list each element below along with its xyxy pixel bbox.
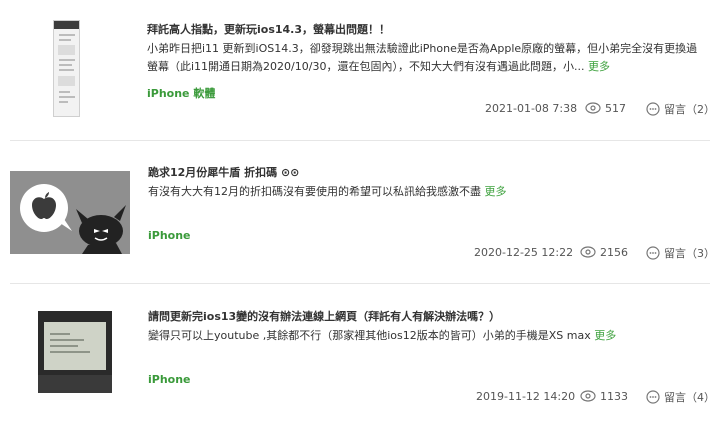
comment-bubble-icon (646, 390, 660, 404)
view-count: 1133 (580, 389, 628, 403)
post-date: 2020-12-25 12:22 (474, 246, 574, 259)
post-thumbnail[interactable] (10, 171, 130, 254)
comment-count[interactable]: 留言（2） (646, 101, 715, 117)
post-category-tag[interactable]: iPhone 軟體 (147, 85, 215, 101)
post-excerpt-text: 小弟昨日把i11 更新到iOS14.3，卻發現跳出無法驗證此iPhone是否為A… (147, 42, 698, 73)
post-item: 跪求12月份犀牛盾 折扣碼 ⊙⊙ 有沒有大大有12月的折扣碼沒有要使用的希望可以… (0, 141, 720, 283)
eye-icon (580, 390, 596, 402)
view-count: 2156 (580, 245, 628, 259)
post-excerpt-text: 變得只可以上youtube ,其餘都不行（那家裡其他ios12版本的皆可）小弟的… (148, 329, 591, 342)
post-title[interactable]: 跪求12月份犀牛盾 折扣碼 ⊙⊙ (148, 164, 299, 180)
comment-count-label: 留言（2） (664, 103, 715, 116)
post-thumbnail[interactable] (38, 311, 112, 393)
post-date: 2021-01-08 7:38 (485, 102, 578, 115)
post-title[interactable]: 拜託高人指點，更新玩ios14.3，螢幕出問題！！ (147, 21, 390, 37)
post-date: 2019-11-12 14:20 (476, 390, 576, 403)
comment-count-label: 留言（3） (664, 247, 715, 260)
post-excerpt: 小弟昨日把i11 更新到iOS14.3，卻發現跳出無法驗證此iPhone是否為A… (147, 40, 707, 76)
post-title[interactable]: 請問更新完ios13變的沒有辦法連線上網頁（拜託有人有解決辦法嗎？） (148, 308, 500, 324)
eye-icon (580, 246, 596, 258)
comment-count-label: 留言（4） (664, 391, 715, 404)
post-item: 請問更新完ios13變的沒有辦法連線上網頁（拜託有人有解決辦法嗎？） 變得只可以… (0, 284, 720, 423)
post-category-tag[interactable]: iPhone (148, 229, 191, 242)
more-link[interactable]: 更多 (485, 185, 507, 198)
comment-count[interactable]: 留言（3） (646, 245, 715, 261)
view-count-value: 1133 (600, 389, 628, 403)
post-category-tag[interactable]: iPhone (148, 373, 191, 386)
post-thumbnail[interactable] (53, 20, 80, 117)
comment-bubble-icon (646, 102, 660, 116)
comment-bubble-icon (646, 246, 660, 260)
view-count: 517 (585, 101, 626, 115)
post-excerpt-text: 有沒有大大有12月的折扣碼沒有要使用的希望可以私訊給我感激不盡 (148, 185, 481, 198)
post-excerpt: 有沒有大大有12月的折扣碼沒有要使用的希望可以私訊給我感激不盡 更多 (148, 183, 708, 201)
more-link[interactable]: 更多 (588, 60, 610, 73)
eye-icon (585, 102, 601, 114)
more-link[interactable]: 更多 (594, 329, 616, 342)
view-count-value: 2156 (600, 245, 628, 259)
apple-devil-illustration (10, 171, 130, 254)
post-item: 拜託高人指點，更新玩ios14.3，螢幕出問題！！ 小弟昨日把i11 更新到iO… (0, 0, 720, 140)
comment-count[interactable]: 留言（4） (646, 389, 715, 405)
view-count-value: 517 (605, 101, 626, 115)
post-excerpt: 變得只可以上youtube ,其餘都不行（那家裡其他ios12版本的皆可）小弟的… (148, 327, 708, 345)
